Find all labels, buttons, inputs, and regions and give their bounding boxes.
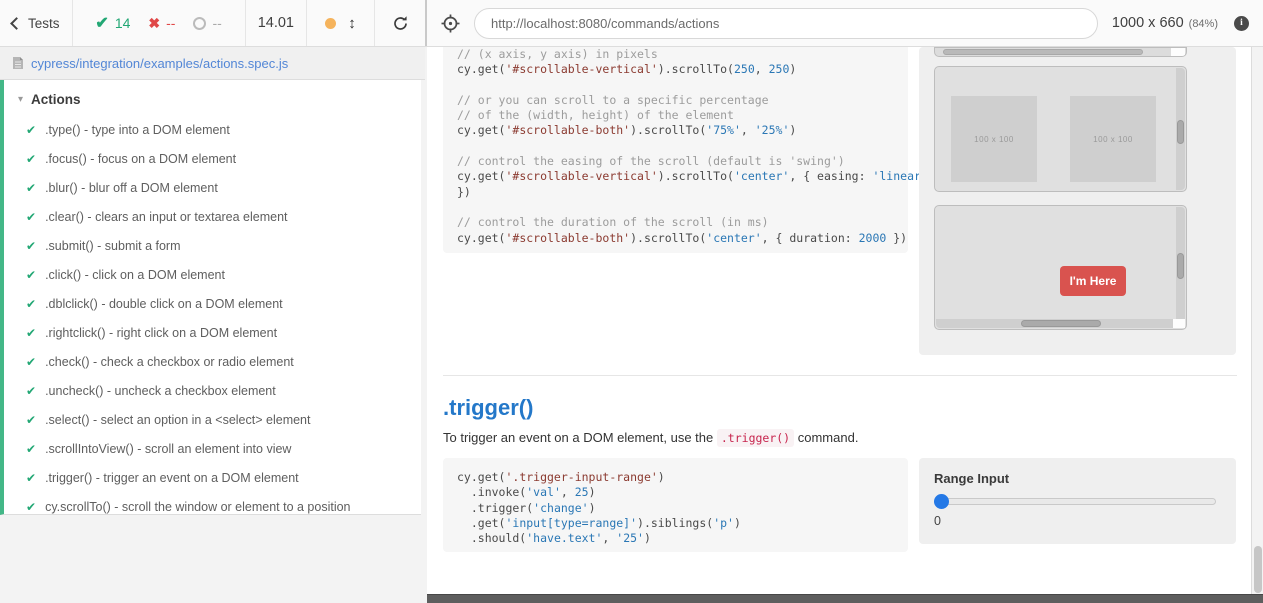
code-block-trigger: cy.get('.trigger-input-range') .invoke('… — [443, 458, 908, 552]
im-here-button[interactable]: I'm Here — [1060, 266, 1126, 296]
inline-code-trigger: .trigger() — [717, 429, 794, 447]
url-field[interactable]: http://localhost:8080/commands/actions — [474, 8, 1098, 39]
rerun-tests-button[interactable] — [375, 0, 425, 46]
chevron-left-icon — [10, 17, 23, 30]
check-icon: ✔ — [26, 152, 36, 166]
aut-header: http://localhost:8080/commands/actions 1… — [425, 0, 1263, 46]
scrollbar-corner — [1173, 319, 1185, 328]
scrollable-horizontal-box[interactable]: 100 x 100 100 x 100 — [934, 66, 1187, 192]
test-item-focus[interactable]: ✔.focus() - focus on a DOM element — [4, 144, 421, 173]
test-item-type[interactable]: ✔.type() - type into a DOM element — [4, 115, 421, 144]
check-icon: ✔ — [26, 297, 36, 311]
vertical-scrollbar-thumb[interactable] — [1177, 253, 1184, 279]
scrollable-vertical-box[interactable] — [934, 47, 1187, 57]
range-slider[interactable] — [934, 498, 1216, 505]
top-bar: Tests ✔ 14 ✖ -- -- 14.01 ↕ — [0, 0, 1263, 47]
range-value: 0 — [934, 514, 1221, 528]
check-icon: ✔ — [26, 471, 36, 485]
viewport-size: 1000 x 660 — [1112, 15, 1184, 31]
scrollbar-corner — [1171, 48, 1185, 56]
caret-down-icon: ▾ — [18, 94, 23, 105]
spec-file-row: cypress/integration/examples/actions.spe… — [0, 47, 425, 80]
trigger-section-paragraph: To trigger an event on a DOM element, us… — [443, 430, 858, 445]
placeholder-image: 100 x 100 — [1070, 96, 1156, 182]
test-item-check[interactable]: ✔.check() - check a checkbox or radio el… — [4, 347, 421, 376]
placeholder-image: 100 x 100 — [951, 96, 1037, 182]
run-duration: 14.01 — [246, 0, 307, 46]
status-dot-icon — [325, 18, 336, 29]
check-icon: ✔ — [26, 239, 36, 253]
test-item-trigger[interactable]: ✔.trigger() - trigger an event on a DOM … — [4, 463, 421, 492]
file-icon — [12, 56, 24, 70]
check-icon: ✔ — [26, 355, 36, 369]
stat-pending[interactable]: -- — [193, 15, 221, 31]
check-icon: ✔ — [26, 123, 36, 137]
check-icon: ✔ — [26, 500, 36, 514]
check-icon: ✔ — [95, 13, 108, 33]
horizontal-scrollbar[interactable] — [936, 319, 1174, 328]
check-icon: ✔ — [26, 384, 36, 398]
reporter-header: Tests ✔ 14 ✖ -- -- 14.01 ↕ — [0, 0, 425, 46]
circle-icon — [193, 17, 206, 30]
range-input-card: Range Input 0 — [919, 458, 1236, 544]
viewport-info: 1000 x 660 (84%) — [1112, 15, 1220, 31]
suite-header-actions[interactable]: ▾ Actions — [4, 80, 421, 115]
test-list: ▾ Actions ✔.type() - type into a DOM ele… — [0, 80, 421, 515]
suite-label: Actions — [31, 92, 81, 107]
check-icon: ✔ — [26, 413, 36, 427]
check-icon: ✔ — [26, 181, 36, 195]
trigger-section-heading: .trigger() — [443, 395, 533, 421]
spec-file-link[interactable]: cypress/integration/examples/actions.spe… — [31, 56, 288, 71]
range-input-label: Range Input — [934, 471, 1221, 486]
test-item-scrollto[interactable]: ✔cy.scrollTo() - scroll the window or el… — [4, 492, 421, 515]
test-item-clear[interactable]: ✔.clear() - clears an input or textarea … — [4, 202, 421, 231]
test-item-select[interactable]: ✔.select() - select an option in a <sele… — [4, 405, 421, 434]
back-to-tests-button[interactable]: Tests — [0, 0, 73, 46]
auto-scroll-toggle[interactable]: ↕ — [307, 0, 375, 46]
vertical-scrollbar[interactable] — [1176, 68, 1185, 190]
cypress-runner-window: Tests ✔ 14 ✖ -- -- 14.01 ↕ — [0, 0, 1263, 603]
test-item-click[interactable]: ✔.click() - click on a DOM element — [4, 260, 421, 289]
range-slider-thumb[interactable] — [934, 494, 949, 509]
stat-failed[interactable]: ✖ -- — [148, 15, 175, 32]
refresh-icon — [392, 15, 409, 32]
test-item-dblclick[interactable]: ✔.dblclick() - double click on a DOM ele… — [4, 289, 421, 318]
test-item-rightclick[interactable]: ✔.rightclick() - right click on a DOM el… — [4, 318, 421, 347]
selector-playground-icon[interactable] — [441, 14, 460, 33]
aut-panel: // (x axis, y axis) in pixelscy.get('#sc… — [427, 47, 1263, 594]
test-item-submit[interactable]: ✔.submit() - submit a form — [4, 231, 421, 260]
vertical-scrollbar-thumb[interactable] — [1177, 120, 1184, 144]
test-stats: ✔ 14 ✖ -- -- — [73, 0, 246, 46]
test-item-blur[interactable]: ✔.blur() - blur off a DOM element — [4, 173, 421, 202]
scrollto-widgets-card: 100 x 100 100 x 100 I'm Here — [919, 47, 1236, 355]
section-divider — [443, 375, 1237, 376]
aut-horizontal-scrollbar[interactable] — [427, 594, 1263, 603]
horizontal-scrollbar-thumb[interactable] — [943, 49, 1143, 55]
check-icon: ✔ — [26, 442, 36, 456]
scrollable-both-box[interactable]: I'm Here — [934, 205, 1187, 330]
horizontal-scrollbar-thumb[interactable] — [1021, 320, 1101, 327]
check-icon: ✔ — [26, 210, 36, 224]
test-item-scrollintoview[interactable]: ✔.scrollIntoView() - scroll an element i… — [4, 434, 421, 463]
reporter-panel: cypress/integration/examples/actions.spe… — [0, 47, 425, 603]
test-item-uncheck[interactable]: ✔.uncheck() - uncheck a checkbox element — [4, 376, 421, 405]
aut-vertical-scrollbar[interactable] — [1251, 47, 1263, 594]
up-down-arrow-icon: ↕ — [348, 15, 356, 32]
x-icon: ✖ — [148, 15, 160, 32]
vertical-scrollbar[interactable] — [1176, 207, 1185, 328]
check-icon: ✔ — [26, 326, 36, 340]
info-icon[interactable]: i — [1234, 16, 1249, 31]
back-label: Tests — [28, 16, 60, 31]
aut-vertical-scrollbar-thumb[interactable] — [1254, 546, 1262, 593]
test-items: ✔.type() - type into a DOM element ✔.foc… — [4, 115, 421, 515]
check-icon: ✔ — [26, 268, 36, 282]
code-block-scrollto: // (x axis, y axis) in pixelscy.get('#sc… — [443, 47, 908, 253]
stat-passed[interactable]: ✔ 14 — [95, 13, 130, 33]
viewport-zoom: (84%) — [1189, 18, 1218, 30]
